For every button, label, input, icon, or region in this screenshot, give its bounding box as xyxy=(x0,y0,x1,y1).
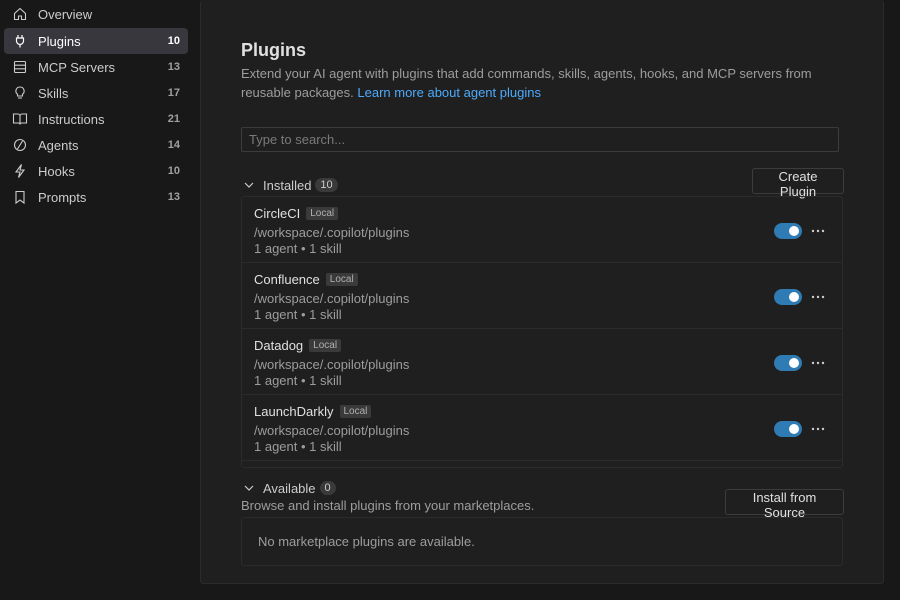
sidebar: Overview Plugins 10 MCP Servers 13 Skill… xyxy=(0,0,192,600)
page-description: Extend your AI agent with plugins that a… xyxy=(241,64,831,102)
available-count-badge: 0 xyxy=(319,481,336,495)
sidebar-item-plugins[interactable]: Plugins 10 xyxy=(4,28,188,54)
plugin-tag: Local xyxy=(339,405,372,418)
book-icon xyxy=(12,111,28,127)
bookmark-icon xyxy=(12,189,28,205)
plugin-enable-toggle[interactable] xyxy=(774,355,802,371)
search-input[interactable] xyxy=(241,127,839,152)
plugins-panel: Plugins Extend your AI agent with plugin… xyxy=(200,0,884,584)
sidebar-item-label: Skills xyxy=(38,85,69,101)
sidebar-item-count: 10 xyxy=(167,35,180,47)
plugin-row-launchdarkly[interactable]: LaunchDarkly Local /workspace/.copilot/p… xyxy=(242,395,842,461)
page-title: Plugins xyxy=(241,40,307,60)
plugin-path: /workspace/.copilot/plugins xyxy=(254,357,410,372)
sidebar-item-count: 21 xyxy=(167,113,180,125)
available-title: Available xyxy=(263,480,316,496)
more-options-icon[interactable] xyxy=(808,221,828,241)
plugin-tag: Local xyxy=(309,339,342,352)
plugin-meta: 1 agent • 1 skill xyxy=(254,439,342,454)
plugin-meta: 1 agent • 1 skill xyxy=(254,373,342,388)
learn-more-link[interactable]: Learn more about agent plugins xyxy=(357,85,541,100)
server-icon xyxy=(12,59,28,75)
sidebar-item-label: Overview xyxy=(38,6,93,22)
sidebar-item-label: Instructions xyxy=(38,111,105,127)
sidebar-item-label: MCP Servers xyxy=(38,59,116,75)
marketplace-empty-state: No marketplace plugins are available. xyxy=(241,517,843,566)
sidebar-item-count: 13 xyxy=(167,191,180,203)
sidebar-item-label: Prompts xyxy=(38,189,87,205)
plugin-name: Datadog xyxy=(254,338,304,353)
lightbulb-icon xyxy=(12,85,28,101)
plugin-name: LaunchDarkly xyxy=(254,404,334,419)
chevron-down-icon xyxy=(244,485,254,491)
plugin-tag: Local xyxy=(325,273,358,286)
sidebar-item-hooks[interactable]: Hooks 10 xyxy=(4,158,188,184)
plugin-row-circleci[interactable]: CircleCI Local /workspace/.copilot/plugi… xyxy=(242,197,842,263)
lightning-icon xyxy=(12,163,28,179)
plugin-meta: 1 agent • 1 skill xyxy=(254,307,342,322)
installed-title: Installed xyxy=(263,177,312,193)
sidebar-item-agents[interactable]: Agents 14 xyxy=(4,132,188,158)
plug-icon xyxy=(12,33,28,49)
installed-count-badge: 10 xyxy=(315,178,338,192)
sidebar-item-count: 13 xyxy=(167,61,180,73)
sidebar-item-skills[interactable]: Skills 17 xyxy=(4,80,188,106)
plugin-enable-toggle[interactable] xyxy=(774,289,802,305)
chevron-down-icon xyxy=(244,182,254,188)
plugin-path: /workspace/.copilot/plugins xyxy=(254,225,410,240)
sidebar-item-count: 17 xyxy=(167,87,180,99)
sidebar-item-overview[interactable]: Overview xyxy=(4,1,188,27)
sidebar-item-label: Plugins xyxy=(38,33,81,49)
plugin-path: /workspace/.copilot/plugins xyxy=(254,423,410,438)
sidebar-item-instructions[interactable]: Instructions 21 xyxy=(4,106,188,132)
plugin-enable-toggle[interactable] xyxy=(774,223,802,239)
plugin-row-confluence[interactable]: Confluence Local /workspace/.copilot/plu… xyxy=(242,263,842,329)
more-options-icon[interactable] xyxy=(808,353,828,373)
plugin-name: Confluence xyxy=(254,272,320,287)
installed-plugin-list: CircleCI Local /workspace/.copilot/plugi… xyxy=(241,196,843,468)
plugin-path: /workspace/.copilot/plugins xyxy=(254,291,410,306)
sidebar-item-mcp-servers[interactable]: MCP Servers 13 xyxy=(4,54,188,80)
plugin-row-datadog[interactable]: Datadog Local /workspace/.copilot/plugin… xyxy=(242,329,842,395)
plugin-enable-toggle[interactable] xyxy=(774,421,802,437)
home-icon xyxy=(12,6,28,22)
empty-message: No marketplace plugins are available. xyxy=(258,534,475,549)
install-from-source-button[interactable]: Install from Source xyxy=(725,489,844,520)
plugin-name: CircleCI xyxy=(254,206,301,221)
create-plugin-button[interactable]: Create Plugin xyxy=(752,168,844,199)
available-description: Browse and install plugins from your mar… xyxy=(241,498,535,513)
sidebar-item-count: 10 xyxy=(167,165,180,177)
plugin-tag: Local xyxy=(306,207,339,220)
plugin-meta: 1 agent • 1 skill xyxy=(254,241,342,256)
agent-icon xyxy=(12,137,28,153)
more-options-icon[interactable] xyxy=(808,419,828,439)
sidebar-item-count: 14 xyxy=(167,139,180,151)
sidebar-item-label: Hooks xyxy=(38,163,75,179)
sidebar-item-label: Agents xyxy=(38,137,79,153)
available-section-header[interactable]: Available 0 xyxy=(241,478,336,498)
more-options-icon[interactable] xyxy=(808,287,828,307)
sidebar-item-prompts[interactable]: Prompts 13 xyxy=(4,184,188,210)
installed-section-header[interactable]: Installed 10 xyxy=(241,175,338,195)
